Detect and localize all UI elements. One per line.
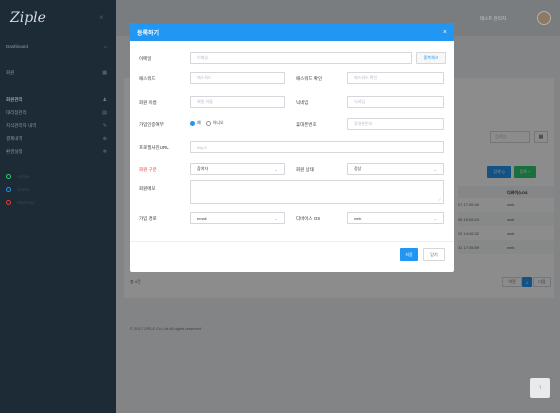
member-status-value: 정상	[354, 166, 362, 171]
sidebar-item-dashboard[interactable]: Dashboard ⌂	[0, 40, 116, 53]
profile-url-field[interactable]: http://	[190, 141, 444, 153]
sidebar-item-label: Dashboard	[6, 44, 29, 49]
phone-field[interactable]: 휴대폰번호	[347, 118, 444, 130]
sidebar-item-member-management[interactable]: 회원관리 ♟	[0, 93, 116, 106]
status-warning[interactable]: Warning	[0, 196, 116, 209]
device-os-label: 디바이스 OS	[296, 216, 321, 221]
profile-url-placeholder: http://	[197, 144, 208, 150]
pencil-icon: ✎	[102, 122, 107, 129]
sidebar-item-label: 지식관리자 내역	[6, 122, 37, 128]
resize-handle-icon[interactable]: ⟋	[438, 197, 441, 202]
member-name-field[interactable]: 회원 이름	[190, 96, 285, 108]
nickname-label: 닉네임	[296, 100, 309, 105]
modal-header: 등록하기 ×	[130, 23, 454, 41]
sidebar-item-label: 회원관리	[6, 96, 23, 102]
calendar-icon: ▤	[102, 109, 107, 116]
password-confirm-placeholder: 패스워드 확인	[354, 75, 378, 80]
sidebar-item-label: 결제내역	[6, 135, 23, 141]
auth-label: 가입인증여부	[139, 122, 164, 127]
sidebar: Ziple × Dashboard ⌂ 회원 ▦ 회원관리 ♟ 대리점관리 ▤ …	[0, 0, 116, 413]
sidebar-item-member[interactable]: 회원 ▦	[0, 66, 116, 79]
close-button[interactable]: 닫기	[423, 248, 445, 261]
password-placeholder: 패스워드	[197, 75, 212, 80]
member-status-label: 회원 상태	[296, 167, 314, 172]
sidebar-item-label: 회원	[6, 69, 15, 75]
join-path-label: 가입 경로	[139, 216, 157, 221]
status-label: Check	[17, 187, 30, 192]
sidebar-item-payment[interactable]: 결제내역 ⊕	[0, 132, 116, 145]
password-label: 패스워드	[139, 76, 156, 81]
profile-url-label: 프로필사진URL	[139, 145, 169, 150]
join-path-select[interactable]: email ⌄	[190, 212, 285, 224]
status-dot-icon	[6, 200, 11, 205]
sidebar-item-agency[interactable]: 대리점관리 ▤	[0, 106, 116, 119]
close-icon[interactable]: ×	[443, 29, 447, 36]
password-field[interactable]: 패스워드	[190, 72, 285, 84]
device-os-value: web	[354, 215, 362, 221]
save-button[interactable]: 저장	[400, 248, 418, 261]
join-path-value: email	[197, 215, 207, 221]
nickname-field[interactable]: 닉네임	[347, 96, 444, 108]
auth-yes-label: 예	[197, 120, 201, 125]
scroll-top-button[interactable]: ↑	[530, 378, 550, 398]
user-name[interactable]: 테스트 관리자	[480, 16, 506, 22]
status-label: Active	[17, 174, 30, 179]
sidebar-item-label: 대리점관리	[6, 109, 27, 115]
member-type-label: 회원 구분	[139, 167, 157, 172]
modal-divider	[130, 241, 454, 242]
phone-label: 휴대폰번호	[296, 122, 317, 127]
password-confirm-label: 패스워드 확인	[296, 76, 323, 81]
logo-text: Ziple	[10, 10, 46, 26]
register-modal: 등록하기 × 이메일 이메일 중복체크 패스워드 패스워드 패스워드 확인 패스…	[130, 23, 454, 272]
sidebar-nav: Dashboard ⌂ 회원 ▦ 회원관리 ♟ 대리점관리 ▤ 지식관리자 내역…	[0, 40, 116, 209]
auth-yes-radio[interactable]	[190, 120, 195, 126]
member-type-select[interactable]: 참여자 ⌄	[190, 163, 285, 175]
grid-icon: ▦	[102, 69, 107, 76]
users-icon: ♟	[102, 96, 107, 103]
gear-icon: ✲	[102, 148, 107, 155]
auth-no-radio[interactable]	[205, 120, 211, 126]
avatar[interactable]	[537, 11, 551, 25]
arrow-up-icon: ↑	[538, 385, 542, 391]
status-active[interactable]: Active	[0, 170, 116, 183]
sidebar-item-label: 환경설정	[6, 148, 23, 154]
member-type-value: 참여자	[197, 166, 209, 171]
sidebar-close-icon[interactable]: ×	[99, 13, 104, 22]
globe-icon: ⊕	[102, 135, 107, 142]
chevron-down-icon: ⌄	[433, 166, 437, 172]
phone-placeholder: 휴대폰번호	[354, 121, 373, 126]
memo-label: 회원메모	[139, 186, 156, 191]
device-os-select[interactable]: web ⌄	[347, 212, 444, 224]
auth-radio-group: 예 아니오	[190, 120, 224, 126]
memo-textarea[interactable]: ⟋	[190, 180, 444, 204]
sidebar-item-knowledge[interactable]: 지식관리자 내역 ✎	[0, 119, 116, 132]
chevron-down-icon: ⌄	[274, 166, 278, 172]
chevron-down-icon: ⌄	[274, 215, 278, 221]
nickname-placeholder: 닉네임	[354, 99, 366, 104]
status-dot-icon	[6, 187, 11, 192]
auth-no-label: 아니오	[212, 120, 224, 125]
status-label: Warning	[17, 200, 34, 205]
email-placeholder: 이메일	[197, 55, 209, 60]
email-label: 이메일	[139, 56, 152, 61]
modal-title: 등록하기	[137, 30, 160, 37]
status-check[interactable]: Check	[0, 183, 116, 196]
duplicate-check-button[interactable]: 중복체크	[416, 52, 446, 64]
chevron-down-icon: ⌄	[433, 215, 437, 221]
email-field[interactable]: 이메일	[190, 52, 412, 64]
status-dot-icon	[6, 174, 11, 179]
sidebar-item-settings[interactable]: 환경설정 ✲	[0, 145, 116, 158]
member-name-label: 회원 이름	[139, 100, 157, 105]
member-status-select[interactable]: 정상 ⌄	[347, 163, 444, 175]
home-icon: ⌂	[103, 43, 107, 50]
member-name-placeholder: 회원 이름	[197, 99, 213, 104]
password-confirm-field[interactable]: 패스워드 확인	[347, 72, 444, 84]
